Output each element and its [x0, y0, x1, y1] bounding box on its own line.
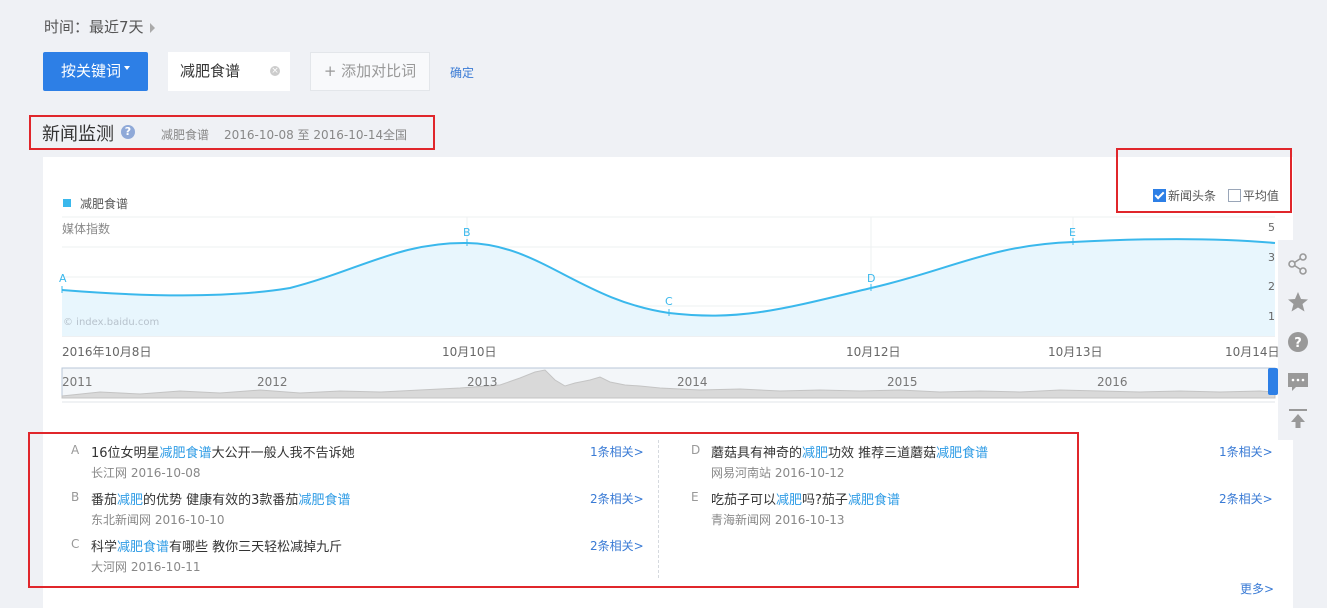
news-title-link[interactable]: 番茄减肥的优势 健康有效的3款番茄减肥食谱 — [91, 489, 350, 508]
keyword-highlight: 减肥 — [117, 493, 144, 508]
overview-year: 2012 — [257, 375, 288, 389]
news-divider — [658, 440, 659, 578]
news-marker-letter: C — [71, 537, 80, 551]
more-link[interactable]: 更多> — [1240, 580, 1274, 597]
news-title-link[interactable]: 科学减肥食谱有哪些 教你三天轻松减掉九斤 — [91, 536, 342, 555]
related-count-link[interactable]: 1条相关> — [590, 443, 644, 460]
marker-label[interactable]: E — [1069, 226, 1076, 239]
overview-year: 2011 — [62, 375, 93, 389]
svg-text:?: ? — [1294, 336, 1302, 351]
news-marker-letter: D — [691, 443, 701, 457]
keyword-highlight: 减肥 — [776, 493, 803, 508]
news-title-link[interactable]: 吃茄子可以减肥吗?茄子减肥食谱 — [711, 489, 900, 508]
news-title-text: 吃茄子可以 — [711, 493, 777, 508]
news-title-text: 科学 — [91, 540, 118, 555]
news-marker-letter: E — [691, 490, 699, 504]
news-title-text: 蘑菇具有神奇的 — [711, 446, 803, 461]
x-tick: 2016年10月8日 — [62, 345, 152, 359]
keyword-highlight: 减肥 — [802, 446, 829, 461]
news-title-text: 有哪些 教你三天轻松减掉九斤 — [169, 540, 343, 555]
series-area — [62, 239, 1275, 336]
keyword-highlight: 减肥食谱 — [117, 540, 170, 555]
y-tick: 5 — [1268, 221, 1275, 234]
news-title-text: 吗?茄子 — [802, 493, 848, 508]
keyword-highlight: 减肥食谱 — [298, 493, 351, 508]
related-count-link[interactable]: 2条相关> — [590, 537, 644, 554]
news-source: 东北新闻网 2016-10-10 — [91, 513, 225, 527]
news-marker-letter: A — [71, 443, 80, 457]
overview-year: 2013 — [467, 375, 498, 389]
x-tick: 10月12日 — [846, 345, 901, 359]
news-source: 长江网 2016-10-08 — [91, 466, 201, 480]
related-count-link[interactable]: 2条相关> — [1219, 490, 1273, 507]
news-title-text: 大公开一般人我不告诉她 — [211, 446, 355, 461]
keyword-highlight: 减肥食谱 — [159, 446, 212, 461]
news-title-text: 功效 推荐三道蘑菇 — [828, 446, 937, 461]
y-tick: 2 — [1268, 280, 1275, 293]
news-marker-letter: B — [71, 490, 80, 504]
star-icon[interactable] — [1287, 291, 1309, 313]
keyword-highlight: 减肥食谱 — [936, 446, 989, 461]
marker-label[interactable]: D — [867, 272, 875, 285]
keyword-highlight: 减肥食谱 — [847, 493, 900, 508]
marker-label[interactable]: B — [463, 226, 471, 239]
overview-handle[interactable] — [1268, 368, 1278, 395]
y-tick: 1 — [1268, 310, 1275, 323]
x-tick: 10月14日 — [1225, 345, 1280, 359]
news-title-link[interactable]: 蘑菇具有神奇的减肥功效 推荐三道蘑菇减肥食谱 — [711, 442, 988, 461]
watermark: © index.baidu.com — [63, 317, 160, 328]
related-count-link[interactable]: 1条相关> — [1219, 443, 1273, 460]
y-tick: 3 — [1268, 251, 1275, 264]
news-source: 大河网 2016-10-11 — [91, 560, 201, 574]
news-title-text: 番茄 — [91, 493, 118, 508]
news-source: 青海新闻网 2016-10-13 — [711, 513, 845, 527]
related-count-link[interactable]: 2条相关> — [590, 490, 644, 507]
news-title-link[interactable]: 16位女明星减肥食谱大公开一般人我不告诉她 — [91, 442, 355, 461]
overview-year: 2015 — [887, 375, 918, 389]
x-tick: 10月10日 — [442, 345, 497, 359]
x-tick: 10月13日 — [1048, 345, 1103, 359]
overview-year: 2014 — [677, 375, 708, 389]
back-to-top-icon[interactable] — [1287, 408, 1309, 430]
help-circle-icon[interactable]: ? — [1287, 331, 1309, 353]
marker-label[interactable]: C — [665, 295, 673, 308]
share-icon[interactable] — [1287, 253, 1309, 275]
overview-year: 2016 — [1097, 375, 1128, 389]
news-title-text: 的优势 健康有效的3款番茄 — [143, 493, 299, 508]
news-title-text: 16位女明星 — [91, 446, 160, 461]
comment-icon[interactable] — [1287, 371, 1309, 393]
news-source: 网易河南站 2016-10-12 — [711, 466, 845, 480]
marker-label[interactable]: A — [59, 272, 67, 285]
